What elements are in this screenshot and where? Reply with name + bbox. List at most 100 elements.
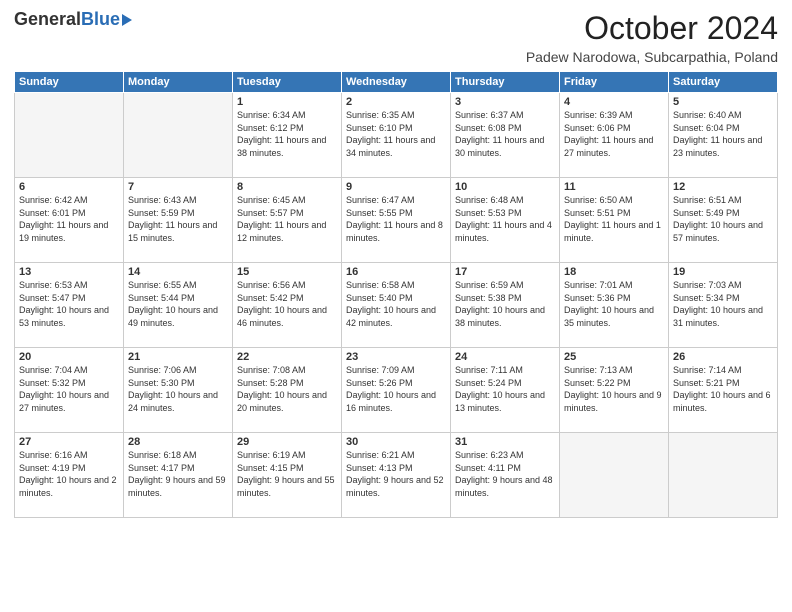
table-row: 30Sunrise: 6:21 AM Sunset: 4:13 PM Dayli… bbox=[342, 433, 451, 518]
calendar-row-2: 13Sunrise: 6:53 AM Sunset: 5:47 PM Dayli… bbox=[15, 263, 778, 348]
table-row: 10Sunrise: 6:48 AM Sunset: 5:53 PM Dayli… bbox=[451, 178, 560, 263]
day-info: Sunrise: 6:34 AM Sunset: 6:12 PM Dayligh… bbox=[237, 109, 337, 159]
day-number: 23 bbox=[346, 351, 446, 363]
month-title: October 2024 bbox=[526, 10, 778, 47]
col-sunday: Sunday bbox=[15, 72, 124, 93]
table-row: 4Sunrise: 6:39 AM Sunset: 6:06 PM Daylig… bbox=[560, 93, 669, 178]
table-row: 15Sunrise: 6:56 AM Sunset: 5:42 PM Dayli… bbox=[233, 263, 342, 348]
day-number: 1 bbox=[237, 96, 337, 108]
day-number: 6 bbox=[19, 181, 119, 193]
table-row: 19Sunrise: 7:03 AM Sunset: 5:34 PM Dayli… bbox=[669, 263, 778, 348]
table-row bbox=[124, 93, 233, 178]
day-number: 14 bbox=[128, 266, 228, 278]
header: General Blue October 2024 Padew Narodowa… bbox=[14, 10, 778, 65]
day-number: 25 bbox=[564, 351, 664, 363]
day-info: Sunrise: 6:19 AM Sunset: 4:15 PM Dayligh… bbox=[237, 449, 337, 499]
day-number: 5 bbox=[673, 96, 773, 108]
day-info: Sunrise: 6:16 AM Sunset: 4:19 PM Dayligh… bbox=[19, 449, 119, 499]
logo-arrow-icon bbox=[122, 14, 132, 26]
day-number: 16 bbox=[346, 266, 446, 278]
table-row: 16Sunrise: 6:58 AM Sunset: 5:40 PM Dayli… bbox=[342, 263, 451, 348]
day-number: 30 bbox=[346, 436, 446, 448]
table-row: 28Sunrise: 6:18 AM Sunset: 4:17 PM Dayli… bbox=[124, 433, 233, 518]
day-info: Sunrise: 7:11 AM Sunset: 5:24 PM Dayligh… bbox=[455, 364, 555, 414]
day-info: Sunrise: 6:51 AM Sunset: 5:49 PM Dayligh… bbox=[673, 194, 773, 244]
table-row bbox=[560, 433, 669, 518]
table-row: 2Sunrise: 6:35 AM Sunset: 6:10 PM Daylig… bbox=[342, 93, 451, 178]
table-row: 22Sunrise: 7:08 AM Sunset: 5:28 PM Dayli… bbox=[233, 348, 342, 433]
day-info: Sunrise: 6:23 AM Sunset: 4:11 PM Dayligh… bbox=[455, 449, 555, 499]
table-row: 29Sunrise: 6:19 AM Sunset: 4:15 PM Dayli… bbox=[233, 433, 342, 518]
day-info: Sunrise: 6:50 AM Sunset: 5:51 PM Dayligh… bbox=[564, 194, 664, 244]
day-info: Sunrise: 7:09 AM Sunset: 5:26 PM Dayligh… bbox=[346, 364, 446, 414]
table-row: 1Sunrise: 6:34 AM Sunset: 6:12 PM Daylig… bbox=[233, 93, 342, 178]
table-row: 21Sunrise: 7:06 AM Sunset: 5:30 PM Dayli… bbox=[124, 348, 233, 433]
day-info: Sunrise: 6:59 AM Sunset: 5:38 PM Dayligh… bbox=[455, 279, 555, 329]
table-row: 8Sunrise: 6:45 AM Sunset: 5:57 PM Daylig… bbox=[233, 178, 342, 263]
day-info: Sunrise: 7:06 AM Sunset: 5:30 PM Dayligh… bbox=[128, 364, 228, 414]
table-row: 13Sunrise: 6:53 AM Sunset: 5:47 PM Dayli… bbox=[15, 263, 124, 348]
table-row: 23Sunrise: 7:09 AM Sunset: 5:26 PM Dayli… bbox=[342, 348, 451, 433]
day-number: 19 bbox=[673, 266, 773, 278]
day-number: 26 bbox=[673, 351, 773, 363]
title-block: October 2024 Padew Narodowa, Subcarpathi… bbox=[526, 10, 778, 65]
table-row: 11Sunrise: 6:50 AM Sunset: 5:51 PM Dayli… bbox=[560, 178, 669, 263]
col-wednesday: Wednesday bbox=[342, 72, 451, 93]
day-number: 13 bbox=[19, 266, 119, 278]
table-row: 20Sunrise: 7:04 AM Sunset: 5:32 PM Dayli… bbox=[15, 348, 124, 433]
table-row: 24Sunrise: 7:11 AM Sunset: 5:24 PM Dayli… bbox=[451, 348, 560, 433]
day-info: Sunrise: 7:13 AM Sunset: 5:22 PM Dayligh… bbox=[564, 364, 664, 414]
day-number: 20 bbox=[19, 351, 119, 363]
day-number: 29 bbox=[237, 436, 337, 448]
day-number: 31 bbox=[455, 436, 555, 448]
day-number: 4 bbox=[564, 96, 664, 108]
logo-blue: Blue bbox=[81, 10, 120, 28]
day-info: Sunrise: 6:40 AM Sunset: 6:04 PM Dayligh… bbox=[673, 109, 773, 159]
day-number: 10 bbox=[455, 181, 555, 193]
calendar-table: Sunday Monday Tuesday Wednesday Thursday… bbox=[14, 71, 778, 518]
day-number: 11 bbox=[564, 181, 664, 193]
table-row: 14Sunrise: 6:55 AM Sunset: 5:44 PM Dayli… bbox=[124, 263, 233, 348]
table-row: 31Sunrise: 6:23 AM Sunset: 4:11 PM Dayli… bbox=[451, 433, 560, 518]
day-number: 3 bbox=[455, 96, 555, 108]
col-saturday: Saturday bbox=[669, 72, 778, 93]
day-info: Sunrise: 6:43 AM Sunset: 5:59 PM Dayligh… bbox=[128, 194, 228, 244]
col-friday: Friday bbox=[560, 72, 669, 93]
page: General Blue October 2024 Padew Narodowa… bbox=[0, 0, 792, 612]
table-row: 3Sunrise: 6:37 AM Sunset: 6:08 PM Daylig… bbox=[451, 93, 560, 178]
col-thursday: Thursday bbox=[451, 72, 560, 93]
calendar-row-1: 6Sunrise: 6:42 AM Sunset: 6:01 PM Daylig… bbox=[15, 178, 778, 263]
calendar-row-4: 27Sunrise: 6:16 AM Sunset: 4:19 PM Dayli… bbox=[15, 433, 778, 518]
day-number: 9 bbox=[346, 181, 446, 193]
day-number: 15 bbox=[237, 266, 337, 278]
calendar-row-3: 20Sunrise: 7:04 AM Sunset: 5:32 PM Dayli… bbox=[15, 348, 778, 433]
day-number: 8 bbox=[237, 181, 337, 193]
day-info: Sunrise: 6:53 AM Sunset: 5:47 PM Dayligh… bbox=[19, 279, 119, 329]
table-row: 9Sunrise: 6:47 AM Sunset: 5:55 PM Daylig… bbox=[342, 178, 451, 263]
day-number: 12 bbox=[673, 181, 773, 193]
day-info: Sunrise: 6:39 AM Sunset: 6:06 PM Dayligh… bbox=[564, 109, 664, 159]
day-info: Sunrise: 7:01 AM Sunset: 5:36 PM Dayligh… bbox=[564, 279, 664, 329]
day-number: 17 bbox=[455, 266, 555, 278]
table-row bbox=[669, 433, 778, 518]
table-row: 12Sunrise: 6:51 AM Sunset: 5:49 PM Dayli… bbox=[669, 178, 778, 263]
location-title: Padew Narodowa, Subcarpathia, Poland bbox=[526, 49, 778, 65]
table-row: 5Sunrise: 6:40 AM Sunset: 6:04 PM Daylig… bbox=[669, 93, 778, 178]
day-info: Sunrise: 6:48 AM Sunset: 5:53 PM Dayligh… bbox=[455, 194, 555, 244]
day-info: Sunrise: 6:55 AM Sunset: 5:44 PM Dayligh… bbox=[128, 279, 228, 329]
day-info: Sunrise: 7:08 AM Sunset: 5:28 PM Dayligh… bbox=[237, 364, 337, 414]
day-info: Sunrise: 6:18 AM Sunset: 4:17 PM Dayligh… bbox=[128, 449, 228, 499]
table-row: 26Sunrise: 7:14 AM Sunset: 5:21 PM Dayli… bbox=[669, 348, 778, 433]
day-info: Sunrise: 7:04 AM Sunset: 5:32 PM Dayligh… bbox=[19, 364, 119, 414]
day-info: Sunrise: 7:14 AM Sunset: 5:21 PM Dayligh… bbox=[673, 364, 773, 414]
day-number: 21 bbox=[128, 351, 228, 363]
day-info: Sunrise: 6:21 AM Sunset: 4:13 PM Dayligh… bbox=[346, 449, 446, 499]
day-number: 7 bbox=[128, 181, 228, 193]
calendar-row-0: 1Sunrise: 6:34 AM Sunset: 6:12 PM Daylig… bbox=[15, 93, 778, 178]
table-row: 17Sunrise: 6:59 AM Sunset: 5:38 PM Dayli… bbox=[451, 263, 560, 348]
day-number: 28 bbox=[128, 436, 228, 448]
col-monday: Monday bbox=[124, 72, 233, 93]
day-info: Sunrise: 6:47 AM Sunset: 5:55 PM Dayligh… bbox=[346, 194, 446, 244]
day-number: 24 bbox=[455, 351, 555, 363]
calendar-header-row: Sunday Monday Tuesday Wednesday Thursday… bbox=[15, 72, 778, 93]
